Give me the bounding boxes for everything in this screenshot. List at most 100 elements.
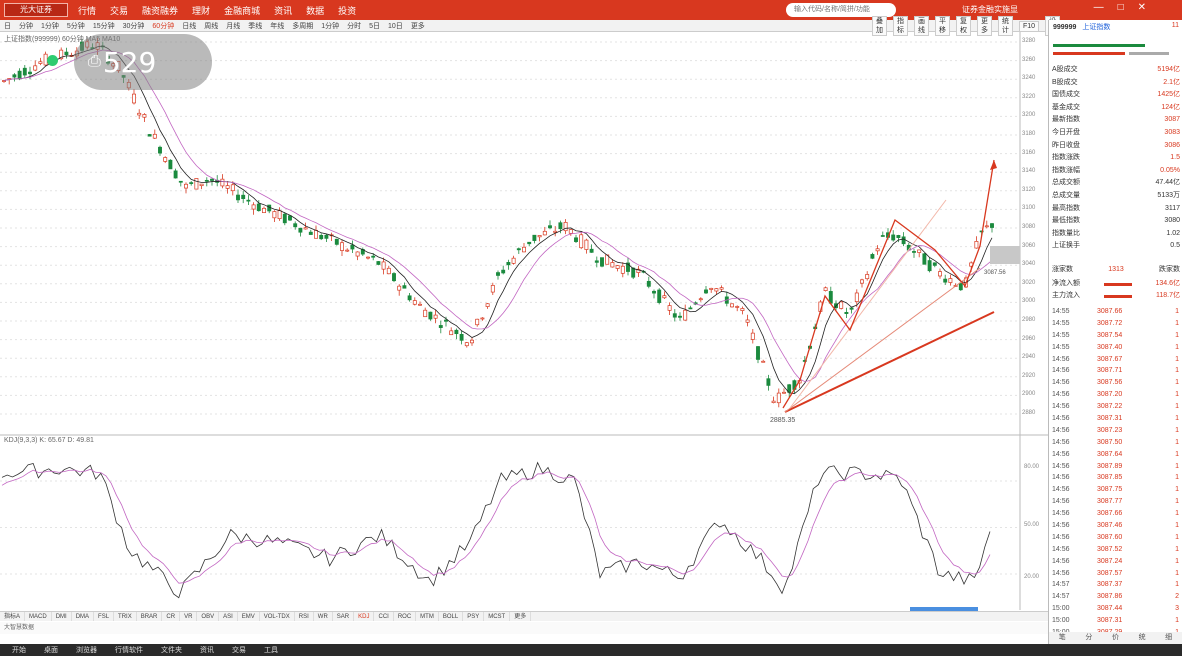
tick-time: 14:55 xyxy=(1052,308,1070,315)
close-icon[interactable]: ✕ xyxy=(1138,2,1146,13)
menu-item-4[interactable]: 金融商城 xyxy=(224,4,260,17)
panel-footer-tab-3[interactable]: 统 xyxy=(1139,632,1146,644)
panel-footer-tab-0[interactable]: 笔 xyxy=(1059,632,1066,644)
candle-body xyxy=(236,194,240,201)
indicator-tab-14[interactable]: WR xyxy=(314,612,333,621)
taskbar-item-1[interactable]: 桌面 xyxy=(44,645,58,655)
panel-footer-tab-1[interactable]: 分 xyxy=(1085,632,1092,644)
period-item-0[interactable]: 日 xyxy=(0,21,15,31)
indicator-tab-0[interactable]: 指标A xyxy=(0,612,26,621)
candle-body xyxy=(350,244,355,250)
menu-item-6[interactable]: 数据 xyxy=(306,4,324,17)
indicator-tab-21[interactable]: PSY xyxy=(463,612,485,621)
menu-item-5[interactable]: 资讯 xyxy=(274,4,292,17)
indicator-tab-1[interactable]: MACD xyxy=(25,612,52,621)
indicator-tab-10[interactable]: ASI xyxy=(219,612,238,621)
tick-list[interactable]: 14:55 3087.66 1 14:55 3087.72 1 14:55 3087.54 1 1… xyxy=(1049,306,1182,639)
tick-time: 14:56 xyxy=(1052,355,1070,363)
indicator-tab-4[interactable]: FSL xyxy=(94,612,115,621)
stock-name[interactable]: 上证指数 xyxy=(1082,22,1110,32)
candle-body xyxy=(568,229,573,234)
menu-item-2[interactable]: 融资融券 xyxy=(142,4,178,17)
period-item-1[interactable]: 分钟 xyxy=(15,21,37,31)
candle-body xyxy=(314,229,318,239)
indicator-tab-22[interactable]: MCST xyxy=(484,612,511,621)
period-item-11[interactable]: 年线 xyxy=(266,21,288,31)
taskbar-item-5[interactable]: 资讯 xyxy=(200,645,214,655)
taskbar-item-6[interactable]: 交易 xyxy=(232,645,246,655)
price-tick-label: 2900 xyxy=(1022,391,1036,398)
indicator-tab-7[interactable]: CR xyxy=(162,612,181,621)
period-item-5[interactable]: 30分钟 xyxy=(119,21,149,31)
taskbar-item-7[interactable]: 工具 xyxy=(264,645,278,655)
period-item-6[interactable]: 60分钟 xyxy=(148,21,178,31)
panel-footer-tab-4[interactable]: 细 xyxy=(1165,632,1172,644)
screenshot-counter-badge[interactable]: ⎙ 529 xyxy=(74,34,212,90)
stat-value: 1425亿 xyxy=(1157,91,1180,99)
indicator-tab-20[interactable]: BOLL xyxy=(439,612,464,621)
period-item-9[interactable]: 月线 xyxy=(222,21,244,31)
indicator-tab-12[interactable]: VOL-TDX xyxy=(260,612,295,621)
tick-row: 14:56 3087.50 1 xyxy=(1049,437,1182,449)
candle-body xyxy=(719,287,724,290)
menu-item-1[interactable]: 交易 xyxy=(110,4,128,17)
taskbar-item-4[interactable]: 文件夹 xyxy=(161,645,182,655)
stat-value: 3080 xyxy=(1164,217,1180,225)
stat-row: 上证换手 0.5 xyxy=(1052,240,1180,252)
candlestick-chart[interactable]: 2885.35 3087.56 xyxy=(0,32,1048,634)
candle-body xyxy=(199,183,204,187)
period-item-2[interactable]: 1分钟 xyxy=(37,21,63,31)
candle-body xyxy=(558,222,563,230)
taskbar-item-2[interactable]: 浏览器 xyxy=(76,645,97,655)
candle-body xyxy=(984,225,989,228)
indicator-tab-18[interactable]: ROC xyxy=(394,612,417,621)
period-item-10[interactable]: 季线 xyxy=(244,21,266,31)
indicator-tab-8[interactable]: VR xyxy=(180,612,198,621)
menu-item-0[interactable]: 行情 xyxy=(78,4,96,17)
period-item-17[interactable]: 更多 xyxy=(407,21,429,31)
candle-body xyxy=(730,303,734,308)
price-tick-label: 2880 xyxy=(1022,410,1036,416)
stock-value: 11 xyxy=(1171,22,1179,29)
indicator-tab-15[interactable]: SAR xyxy=(333,612,355,621)
tick-time: 14:55 xyxy=(1052,331,1070,339)
period-item-14[interactable]: 分时 xyxy=(343,21,365,31)
indicator-tab-11[interactable]: EMV xyxy=(238,612,260,621)
menu-item-7[interactable]: 投资 xyxy=(338,4,356,17)
indicator-tab-5[interactable]: TRIX xyxy=(114,612,137,621)
tick-volume: 1 xyxy=(1175,331,1179,339)
indicator-tab-19[interactable]: MTM xyxy=(416,612,439,621)
indicator-tab-3[interactable]: DMA xyxy=(72,612,95,621)
indicator-tab-23[interactable]: 更多 xyxy=(510,612,532,621)
period-item-3[interactable]: 5分钟 xyxy=(63,21,89,31)
minimize-icon[interactable]: — xyxy=(1094,2,1104,13)
period-item-4[interactable]: 15分钟 xyxy=(89,21,119,31)
taskbar-item-0[interactable]: 开始 xyxy=(12,645,26,655)
period-item-12[interactable]: 多周期 xyxy=(288,21,317,31)
tick-time: 14:56 xyxy=(1052,569,1070,577)
period-item-8[interactable]: 周线 xyxy=(200,21,222,31)
kdj-k-line xyxy=(1,461,991,599)
stat-row: 指数量比 1.02 xyxy=(1052,228,1180,240)
maximize-icon[interactable]: □ xyxy=(1118,2,1124,13)
indicator-tab-16[interactable]: KDJ xyxy=(354,612,375,621)
taskbar-item-3[interactable]: 行情软件 xyxy=(115,645,143,655)
indicator-tab-17[interactable]: CCI xyxy=(374,612,394,621)
price-tick-label: 3060 xyxy=(1022,242,1036,249)
indicator-tab-13[interactable]: RSI xyxy=(295,612,314,621)
search-input[interactable] xyxy=(786,3,896,17)
indicator-tab-9[interactable]: OBV xyxy=(197,612,220,621)
period-item-13[interactable]: 1分钟 xyxy=(317,21,343,31)
indicator-tab-6[interactable]: BRAR xyxy=(137,612,163,621)
stat-row: B股成交 2.1亿 xyxy=(1052,77,1180,89)
panel-footer-tab-2[interactable]: 价 xyxy=(1112,632,1119,644)
tick-volume: 3 xyxy=(1175,605,1179,613)
chart-tool-7[interactable]: F10 xyxy=(1019,20,1040,32)
stat-row: 指数涨跌 1.5 xyxy=(1052,152,1180,164)
indicator-tab-2[interactable]: DMI xyxy=(52,612,72,621)
period-item-16[interactable]: 10日 xyxy=(384,21,407,31)
period-item-15[interactable]: 5日 xyxy=(365,21,384,31)
period-item-7[interactable]: 日线 xyxy=(178,21,200,31)
menu-item-3[interactable]: 理财 xyxy=(192,4,210,17)
account-info[interactable]: 证券金融实施显 xyxy=(962,4,1018,15)
